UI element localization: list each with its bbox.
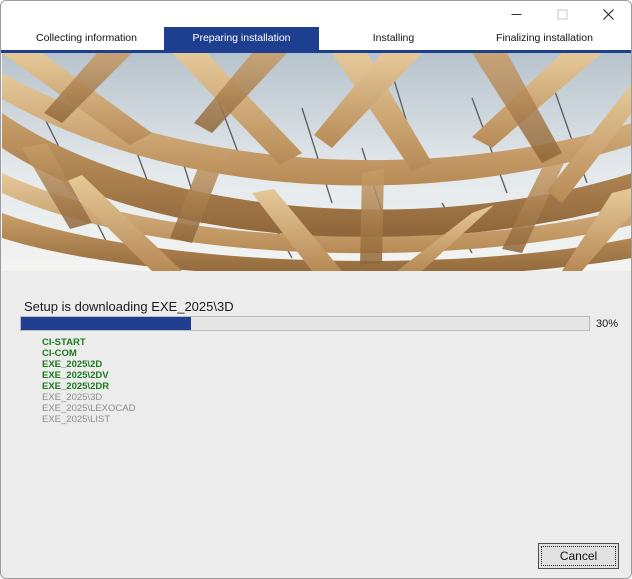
component-item: EXE_2025\2DR	[42, 381, 110, 392]
component-item: EXE_2025\2D	[42, 359, 103, 370]
step-finalizing-installation: Finalizing installation	[496, 32, 593, 44]
progress-panel: Setup is downloading EXE_2025\3D 30% CI-…	[2, 271, 631, 578]
step-installing: Installing	[372, 32, 415, 44]
component-item: EXE_2025\LEXOCAD	[42, 403, 136, 414]
wizard-steps: Collecting information Preparing install…	[1, 27, 631, 53]
cancel-button[interactable]: Cancel	[538, 543, 619, 569]
component-item: CI-START	[42, 337, 86, 348]
step-collecting-information: Collecting information	[36, 32, 137, 44]
step-preparing-installation: Preparing installation	[164, 27, 319, 50]
close-icon[interactable]	[585, 1, 631, 27]
minimize-icon[interactable]	[493, 1, 539, 27]
component-item: EXE_2025\3D	[42, 392, 103, 403]
download-status-text: Setup is downloading EXE_2025\3D	[24, 299, 234, 314]
progress-percent-label: 30%	[596, 318, 619, 330]
component-item: EXE_2025\LIST	[42, 414, 111, 425]
component-item: CI-COM	[42, 348, 77, 359]
maximize-icon	[539, 1, 585, 27]
progress-bar-fill	[21, 317, 192, 330]
download-progress-bar	[20, 316, 590, 331]
title-bar	[1, 1, 631, 27]
installer-window: Collecting information Preparing install…	[0, 0, 632, 579]
window-controls	[493, 1, 631, 27]
timber-roof-banner-image	[2, 53, 631, 271]
component-item: EXE_2025\2DV	[42, 370, 109, 381]
component-list: CI-START CI-COM EXE_2025\2D EXE_2025\2DV…	[42, 337, 135, 425]
